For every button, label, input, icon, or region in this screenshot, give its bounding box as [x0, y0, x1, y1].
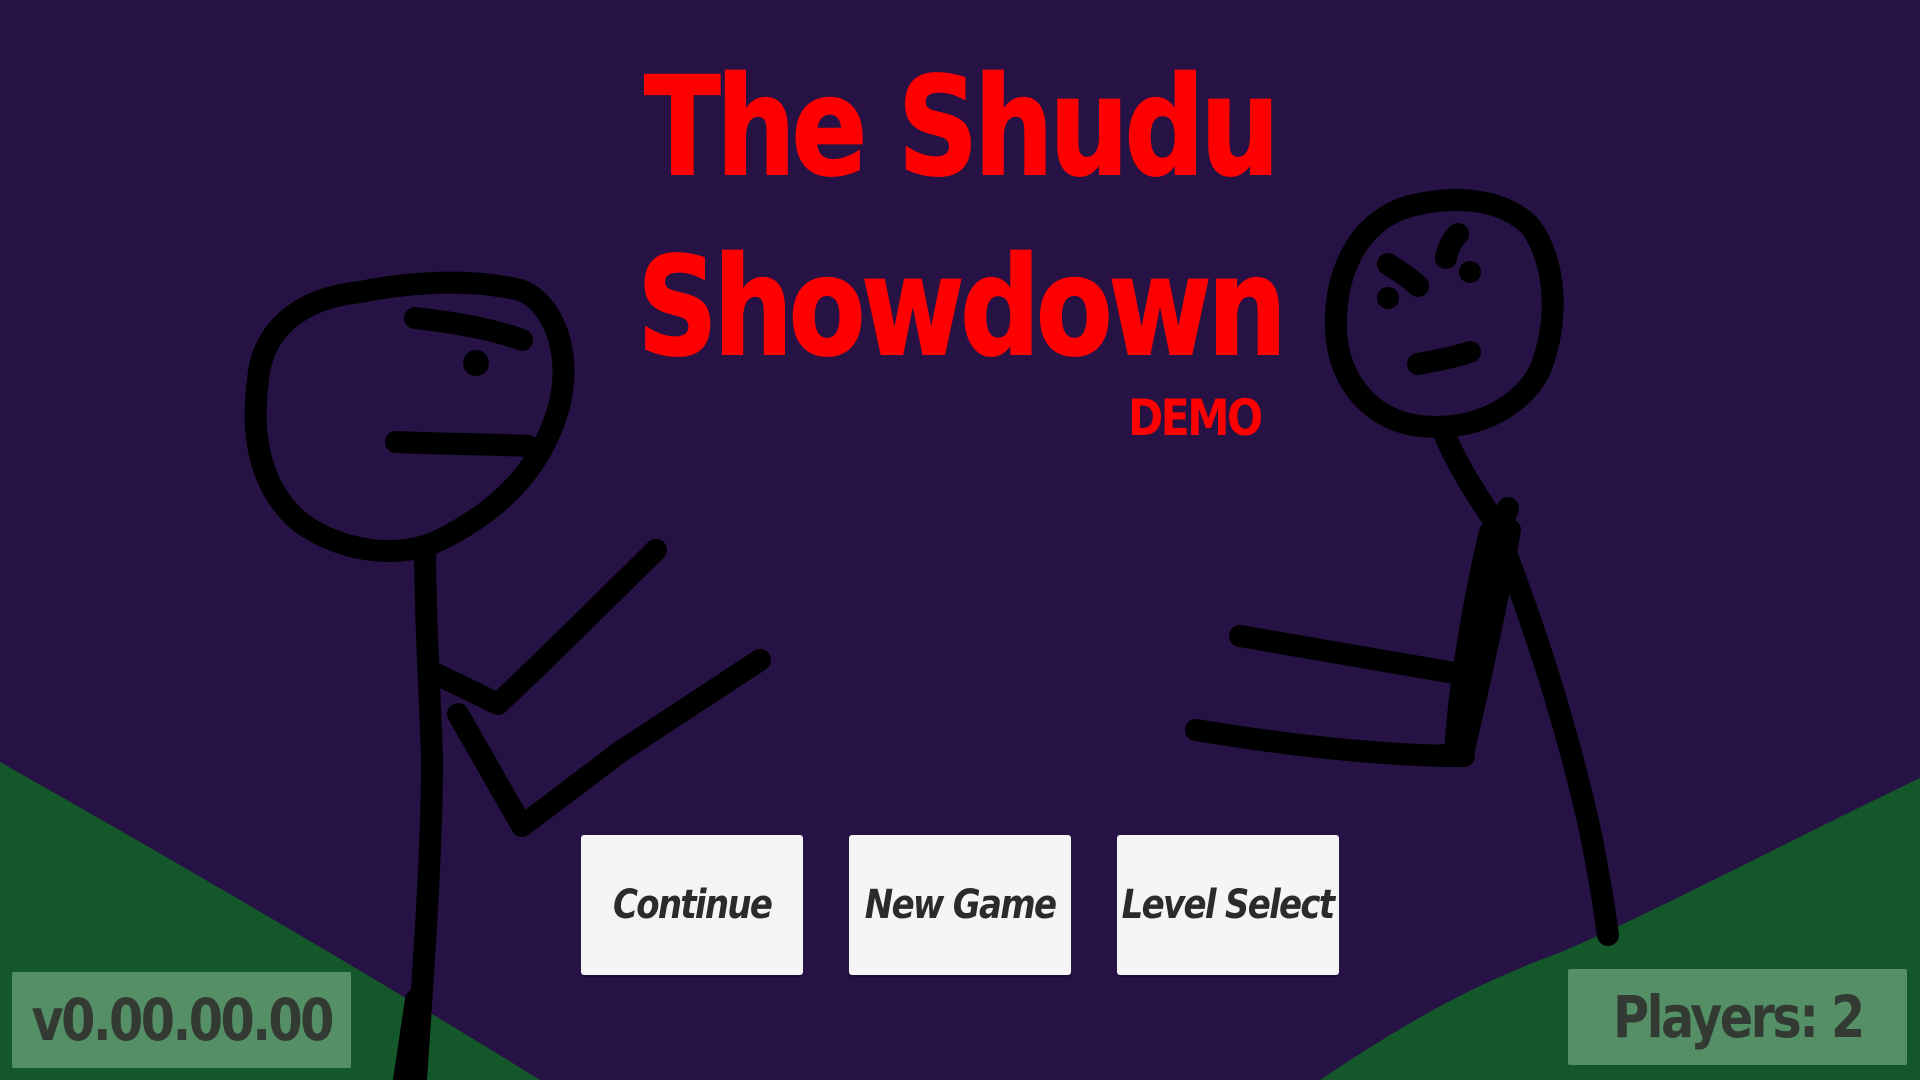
version-label: v0.00.00.00 [31, 986, 334, 1054]
main-menu-screen: The Shudu Showdown DEMO Continue New Gam… [0, 0, 1920, 1080]
left-mouth [385, 431, 539, 457]
new-game-button[interactable]: New Game [849, 835, 1071, 975]
level-select-button[interactable]: Level Select [1117, 835, 1339, 975]
players-count-label: Players: 2 [1612, 983, 1865, 1051]
game-title-line-1: The Shudu [644, 48, 1281, 208]
demo-badge: DEMO [1128, 389, 1263, 447]
new-game-button-label: New Game [864, 882, 1057, 928]
players-panel: Players: 2 [1568, 969, 1907, 1065]
game-title-line-2: Showdown [636, 228, 1287, 388]
version-panel: v0.00.00.00 [12, 972, 351, 1068]
continue-button[interactable]: Continue [581, 835, 803, 975]
level-select-button-label: Level Select [1122, 882, 1335, 928]
continue-button-label: Continue [612, 882, 773, 928]
left-leg [393, 989, 427, 1080]
